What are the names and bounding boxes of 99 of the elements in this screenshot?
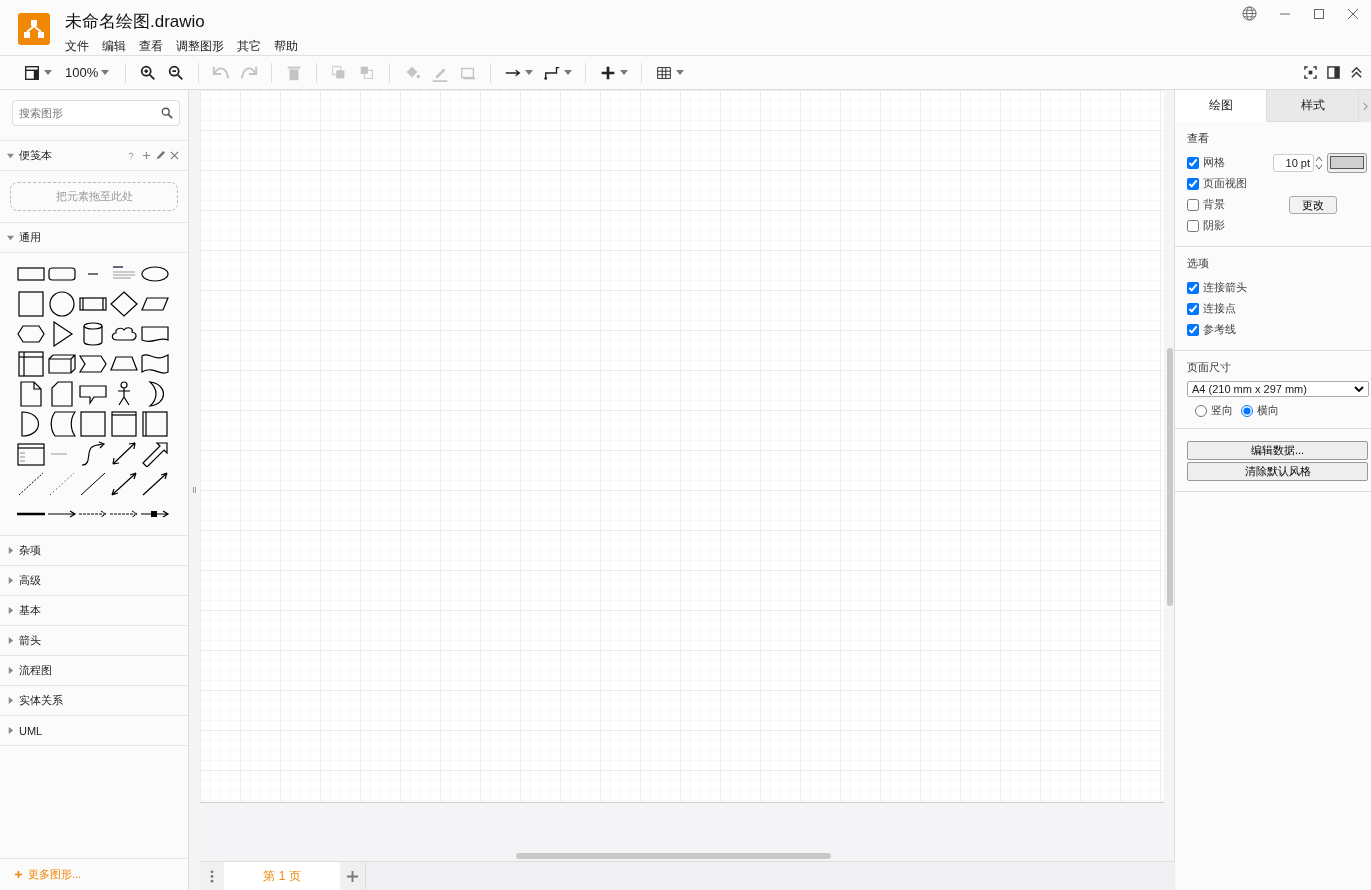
section-title[interactable]: 流程图: [19, 663, 52, 678]
menu-item[interactable]: 编辑: [102, 38, 126, 55]
menu-item[interactable]: 查看: [139, 38, 163, 55]
menu-item[interactable]: 调整图形: [176, 38, 224, 55]
globe-icon[interactable]: [1242, 6, 1257, 21]
radio-label: 竖向: [1211, 403, 1233, 418]
section-heading: 选项: [1187, 256, 1210, 271]
menu-item[interactable]: 文件: [65, 38, 89, 55]
checkbox-label: 背景: [1203, 197, 1225, 212]
expand-icon[interactable]: [7, 234, 14, 241]
arrow-icon[interactable]: [140, 441, 170, 467]
more-icon[interactable]: [210, 869, 214, 883]
caret-icon: [44, 70, 52, 75]
checkbox[interactable]: [1187, 281, 1199, 294]
section-heading: 页面尺寸: [1187, 360, 1232, 375]
search-icon: [161, 107, 173, 119]
close-icon[interactable]: [170, 151, 179, 160]
container-icon[interactable]: [140, 411, 170, 437]
cube-icon[interactable]: [47, 351, 77, 377]
expand-icon[interactable]: [7, 727, 14, 734]
checkbox[interactable]: [1187, 177, 1199, 190]
radio-button[interactable]: [1195, 404, 1207, 417]
checkbox-label: 网格: [1203, 155, 1225, 170]
chevron-down-icon: [1354, 386, 1364, 392]
list-icon[interactable]: [16, 441, 46, 467]
checkbox[interactable]: [1187, 198, 1199, 211]
checkbox[interactable]: [1187, 323, 1199, 336]
section-title[interactable]: UML: [19, 724, 43, 737]
vertical-scrollbar[interactable]: [1167, 348, 1173, 606]
section-title[interactable]: 箭头: [19, 633, 41, 648]
checkbox[interactable]: [1187, 156, 1199, 169]
diamond-icon[interactable]: [109, 291, 139, 317]
checkbox-label: 参考线: [1203, 322, 1236, 337]
zoom-level-dropdown[interactable]: 100%: [59, 63, 116, 82]
expand-icon[interactable]: [7, 667, 14, 674]
pencil-icon[interactable]: [155, 150, 166, 161]
document-title[interactable]: 未命名绘图.drawio: [65, 10, 298, 33]
section-title[interactable]: 基本: [19, 603, 41, 618]
page-size-select[interactable]: A4 (210 mm x 297 mm): [1187, 381, 1369, 397]
format-panel-icon[interactable]: [1327, 66, 1340, 79]
checkbox-label: 阴影: [1203, 218, 1225, 233]
checkbox[interactable]: [1187, 302, 1199, 315]
tape-icon[interactable]: [140, 351, 170, 377]
zoomin-icon: [139, 63, 158, 82]
add-icon[interactable]: [142, 151, 151, 160]
checkbox-label: 连接箭头: [1203, 280, 1247, 295]
section-heading: 查看: [1187, 131, 1210, 146]
checkbox-label: 页面视图: [1203, 176, 1247, 191]
caret-icon: [676, 70, 685, 75]
expand-icon[interactable]: [7, 152, 14, 159]
maximize-icon[interactable]: [1313, 7, 1325, 20]
plus-icon: [14, 870, 23, 879]
checkbox[interactable]: [1187, 219, 1199, 232]
search-field[interactable]: 搜索图形: [12, 100, 180, 126]
internal-storage-icon[interactable]: [16, 351, 46, 377]
expand-icon[interactable]: [7, 697, 14, 704]
circle-icon[interactable]: [47, 291, 77, 317]
fullscreen-icon[interactable]: [1304, 66, 1317, 79]
zoomout-icon: [167, 63, 186, 82]
caret-icon: [101, 70, 110, 75]
double-arrow-icon[interactable]: [109, 441, 139, 467]
checkbox-label: 连接点: [1203, 301, 1236, 316]
radio-button[interactable]: [1241, 404, 1253, 417]
panel-tab[interactable]: 绘图: [1175, 90, 1267, 122]
app-logo-icon: [18, 13, 50, 45]
splitter-handle[interactable]: [193, 487, 196, 493]
caret-icon: [564, 70, 573, 75]
section-title[interactable]: 通用: [19, 230, 41, 245]
collapse-icon[interactable]: [1350, 66, 1363, 79]
menu-item[interactable]: 其它: [237, 38, 261, 55]
grid-color-button[interactable]: [1327, 152, 1367, 173]
panel-button[interactable]: 编辑数据...: [1187, 441, 1368, 460]
expand-icon[interactable]: [7, 637, 14, 644]
spinner-icon[interactable]: [1315, 154, 1323, 171]
expand-icon[interactable]: [7, 547, 14, 554]
layout-icon: [23, 63, 41, 82]
close-icon[interactable]: [1347, 7, 1359, 20]
section-title[interactable]: 实体关系: [19, 693, 63, 708]
square-icon[interactable]: [78, 411, 108, 437]
section-title[interactable]: 高级: [19, 573, 41, 588]
horizontal-scrollbar[interactable]: [516, 853, 831, 859]
expand-icon[interactable]: [7, 607, 14, 614]
radio-label: 横向: [1257, 403, 1279, 418]
menu-item[interactable]: 帮助: [274, 38, 298, 55]
grid-size-field[interactable]: 10 pt: [1273, 153, 1314, 172]
caret-icon: [620, 70, 629, 75]
square-icon[interactable]: [16, 291, 46, 317]
caret-icon: [525, 70, 534, 75]
panel-tab[interactable]: 样式: [1267, 90, 1359, 122]
section-title[interactable]: 杂项: [19, 543, 41, 558]
bidirectional-arrow-icon[interactable]: [109, 471, 139, 497]
panel-button[interactable]: 清除默认风格: [1187, 462, 1368, 481]
line-icon[interactable]: [78, 471, 108, 497]
expand-icon[interactable]: [7, 577, 14, 584]
directional-arrow-icon[interactable]: [140, 471, 170, 497]
container-icon[interactable]: [109, 411, 139, 437]
change-background-button[interactable]: 更改: [1289, 195, 1337, 214]
section-title[interactable]: 便笺本: [19, 148, 52, 163]
plus-icon: [346, 869, 359, 883]
